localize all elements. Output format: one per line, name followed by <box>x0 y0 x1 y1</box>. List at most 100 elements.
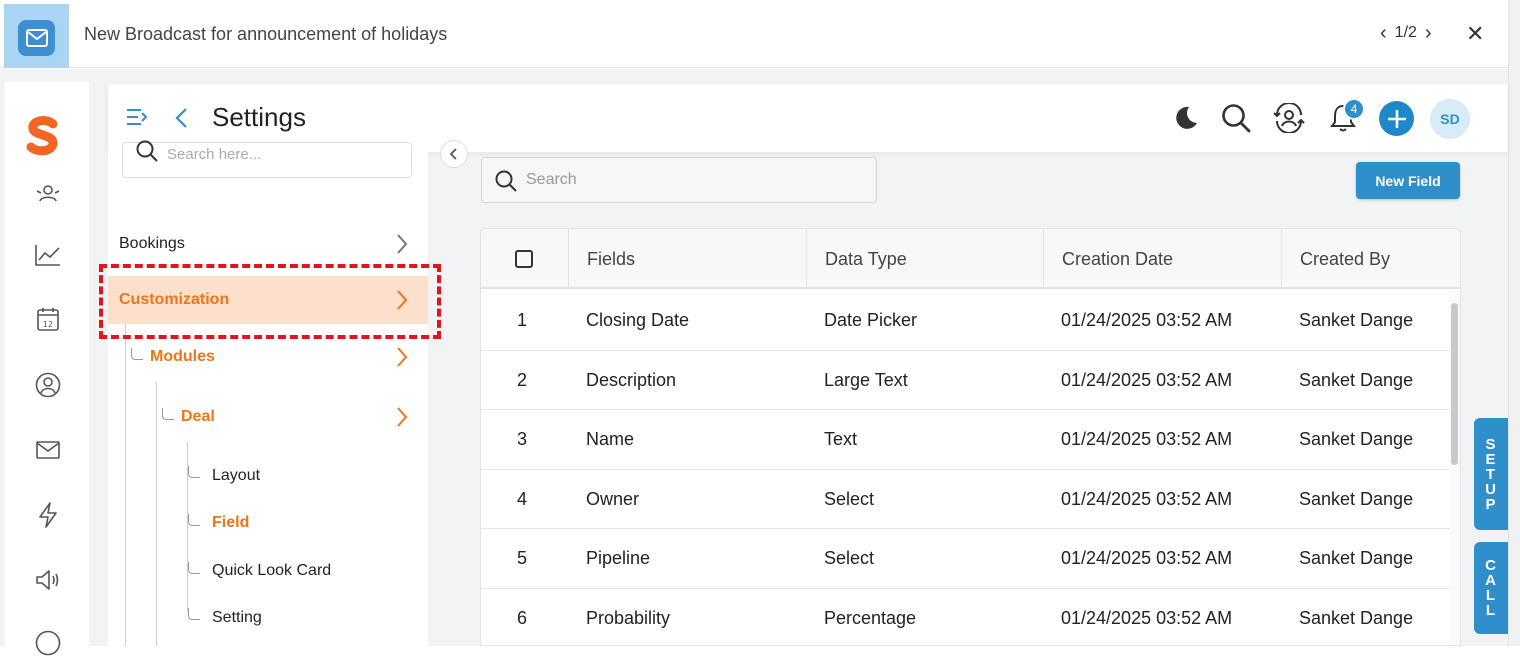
setup-letter: U <box>1485 480 1497 498</box>
row-number: 6 <box>517 607 528 628</box>
created-by: Sanket Dange <box>1299 607 1414 628</box>
table-header: Fields Data Type Creation Date Created B… <box>481 229 1460 289</box>
collapse-panel-button[interactable] <box>440 140 468 168</box>
row-number: 5 <box>517 548 528 568</box>
search-icon[interactable] <box>1220 102 1252 134</box>
column-header-data-type[interactable]: Data Type <box>806 229 1044 289</box>
nav-item-setting[interactable]: Setting <box>212 609 262 627</box>
tree-connector <box>188 608 200 620</box>
billing-icon[interactable] <box>35 630 61 656</box>
created-by: Sanket Dange <box>1299 488 1414 509</box>
settings-nav-panel: Search here... Bookings Customization Mo… <box>108 140 428 646</box>
column-header-created-by[interactable]: Created By <box>1281 229 1460 289</box>
chevron-right-icon <box>396 233 408 260</box>
chevron-left-icon[interactable]: ‹ <box>1380 23 1387 43</box>
data-type: Percentage <box>824 607 917 628</box>
close-icon[interactable]: ✕ <box>1466 23 1484 45</box>
call-side-tab[interactable]: C A L L <box>1474 542 1508 634</box>
table-row[interactable]: 6 Probability Percentage 01/24/2025 03:5… <box>481 589 1449 646</box>
field-search-placeholder: Search <box>526 171 577 188</box>
automation-bolt-icon[interactable] <box>35 502 61 528</box>
nav-item-bookings[interactable]: Bookings <box>108 220 428 268</box>
setup-letter: P <box>1485 495 1497 513</box>
creation-date: 01/24/2025 03:52 AM <box>1061 429 1233 449</box>
created-by: Sanket Dange <box>1299 429 1414 449</box>
app-logo-icon[interactable] <box>25 116 61 156</box>
pager-count: 1/2 <box>1394 24 1417 41</box>
scrollbar-thumb[interactable] <box>1451 303 1458 465</box>
contacts-icon[interactable] <box>35 180 61 206</box>
table-row[interactable]: 1 Closing Date Date Picker 01/24/2025 03… <box>481 291 1449 351</box>
tree-line <box>125 324 126 646</box>
add-plus-icon[interactable] <box>1379 101 1414 136</box>
profile-icon[interactable] <box>35 372 61 398</box>
table-row[interactable]: 2 Description Large Text 01/24/2025 03:5… <box>481 351 1449 410</box>
creation-date: 01/24/2025 03:52 AM <box>1061 310 1233 330</box>
tree-connector <box>131 348 143 360</box>
data-type: Select <box>824 548 875 568</box>
data-type: Date Picker <box>824 310 918 330</box>
creation-date: 01/24/2025 03:52 AM <box>1061 607 1233 628</box>
table-row[interactable]: 4 Owner Select 01/24/2025 03:52 AM Sanke… <box>481 470 1449 529</box>
field-search-input[interactable]: Search <box>481 157 877 203</box>
window-edge <box>1508 0 1520 646</box>
created-by: Sanket Dange <box>1299 310 1414 330</box>
setup-letter: E <box>1485 450 1497 468</box>
nav-item-modules[interactable]: Modules <box>150 348 215 366</box>
data-type: Text <box>824 429 858 449</box>
dark-mode-moon-icon[interactable] <box>1169 102 1201 134</box>
new-field-button[interactable]: New Field <box>1356 162 1460 199</box>
nav-item-deal[interactable]: Deal <box>181 408 215 426</box>
mail-nav-icon[interactable] <box>35 437 61 463</box>
campaign-speaker-icon[interactable] <box>35 567 61 593</box>
avatar[interactable]: SD <box>1430 99 1470 139</box>
tree-line <box>156 382 157 646</box>
row-number: 4 <box>517 488 528 509</box>
calendar-icon[interactable]: 12 <box>35 306 61 332</box>
field-name: Probability <box>586 607 671 628</box>
nav-item-layout[interactable]: Layout <box>212 467 260 485</box>
table-row[interactable]: 3 Name Text 01/24/2025 03:52 AM Sanket D… <box>481 410 1449 470</box>
settings-search-input[interactable]: Search here... <box>122 140 412 178</box>
broadcast-title: New Broadcast for announcement of holida… <box>84 24 448 44</box>
column-header-fields[interactable]: Fields <box>568 229 806 289</box>
tree-connector <box>188 466 200 478</box>
column-header-creation-date[interactable]: Creation Date <box>1043 229 1281 289</box>
call-letter: L <box>1485 602 1497 619</box>
setup-side-tab[interactable]: S E T U P <box>1474 418 1508 530</box>
search-icon <box>494 169 518 198</box>
created-by: Sanket Dange <box>1299 369 1414 390</box>
setup-letter: S <box>1485 435 1497 453</box>
nav-item-quick-look-card[interactable]: Quick Look Card <box>212 562 331 580</box>
mail-icon <box>18 20 55 56</box>
field-name: Closing Date <box>586 310 690 330</box>
field-name: Pipeline <box>586 548 651 568</box>
tree-connector <box>188 562 200 574</box>
table-row[interactable]: 5 Pipeline Select 01/24/2025 03:52 AM Sa… <box>481 529 1449 589</box>
menu-toggle-icon[interactable] <box>126 107 148 132</box>
data-type: Select <box>824 488 875 509</box>
select-all-checkbox[interactable] <box>515 250 533 268</box>
nav-item-field[interactable]: Field <box>212 514 249 532</box>
highlight-annotation <box>99 264 441 339</box>
creation-date: 01/24/2025 03:52 AM <box>1061 548 1233 568</box>
row-number: 3 <box>517 429 528 449</box>
row-number: 1 <box>517 310 528 330</box>
page-title: Settings <box>212 102 306 132</box>
broadcast-pager: ‹ 1/2 › <box>1380 23 1432 43</box>
chevron-right-icon <box>396 406 408 433</box>
call-letter: C <box>1485 557 1497 574</box>
settings-search-placeholder: Search here... <box>167 146 262 163</box>
creation-date: 01/24/2025 03:52 AM <box>1061 369 1233 390</box>
nav-item-label: Bookings <box>119 235 185 252</box>
row-number: 2 <box>517 369 528 390</box>
creation-date: 01/24/2025 03:52 AM <box>1061 488 1233 509</box>
back-arrow-icon[interactable] <box>174 107 188 134</box>
table-scrollbar[interactable] <box>1449 291 1460 645</box>
field-name: Owner <box>586 488 640 509</box>
user-sync-icon[interactable] <box>1273 102 1305 134</box>
broadcast-bar: New Broadcast for announcement of holida… <box>0 0 1520 68</box>
chevron-right-icon[interactable]: › <box>1425 23 1432 43</box>
svg-text:12: 12 <box>43 320 53 329</box>
analytics-icon[interactable] <box>35 242 61 268</box>
